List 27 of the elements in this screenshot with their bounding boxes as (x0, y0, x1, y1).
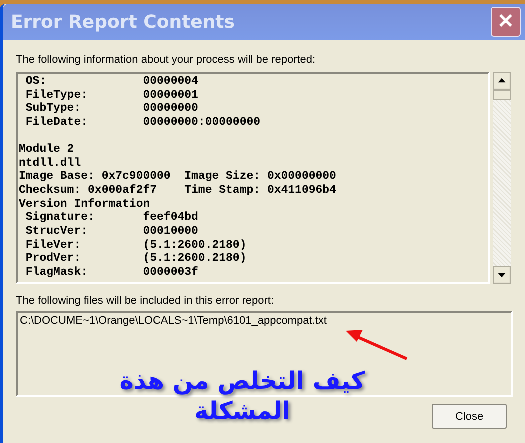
file-path: C:\DOCUME~1\Orange\LOCALS~1\Temp\6101_appcompat.txt (20, 315, 328, 327)
report-line: FileDate: 00000000:00000000 (24, 116, 262, 130)
scrollbar[interactable] (493, 72, 511, 284)
report-line: StrucVer: 00010000 (24, 225, 200, 239)
window-title: Error Report Contents (11, 12, 235, 32)
report-line: Version Information (19, 198, 152, 212)
scroll-thumb[interactable] (493, 90, 511, 100)
report-line: Checksum: 0x000af2f7 Time Stamp: 0x411096b4 (19, 184, 338, 198)
report-line: FileVer: (5.1:2600.2180) (24, 238, 248, 252)
report-line: FileType: 00000001 (24, 88, 200, 102)
scroll-up-icon[interactable] (493, 72, 511, 90)
close-button[interactable]: Close (432, 404, 507, 429)
report-line: Signature: feef04bd (24, 211, 200, 226)
report-line: ProdVer: (5.1:2600.2180) (24, 252, 248, 266)
report-line: ntdll.dll (19, 156, 82, 170)
arrow-annotation (346, 330, 408, 360)
annotation-text: كيف التخلص من هذة المشكلة (118, 366, 366, 426)
report-text-box[interactable] (16, 72, 490, 284)
report-line: FlagMask: 0000003f (24, 266, 200, 280)
report-line: OS: 00000004 (24, 75, 200, 89)
section-label: The following information about your process will be reported: (16, 54, 317, 68)
report-line: Module 2 (19, 142, 76, 157)
close-button[interactable]: ✕ (491, 7, 521, 37)
scroll-down-icon[interactable] (493, 266, 511, 284)
section-label: The following files will be included in this error report: (16, 295, 276, 309)
report-line: SubType: 00000000 (24, 102, 200, 116)
report-line: Image Base: 0x7c900000 Image Size: 0x00000000 (19, 170, 338, 184)
